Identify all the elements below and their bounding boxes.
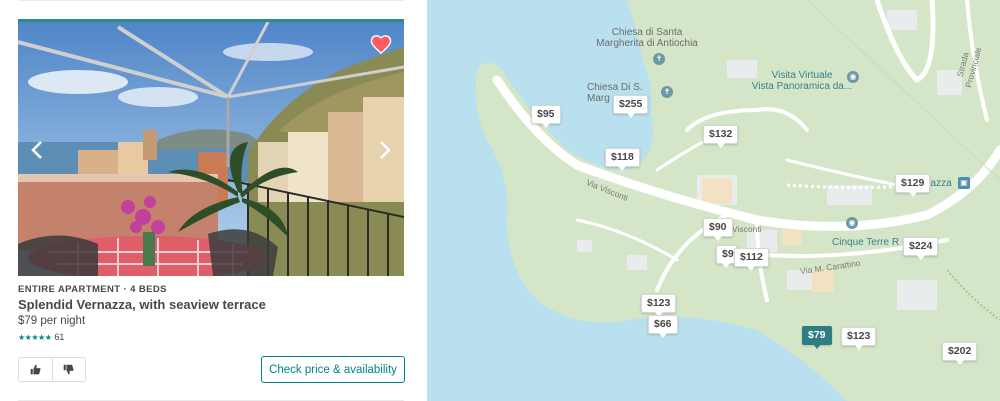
price-pin[interactable]: $202 xyxy=(942,342,978,365)
listing-price: $79 per night xyxy=(18,315,86,327)
map-base xyxy=(475,0,1000,401)
price-pin[interactable]: $132 xyxy=(703,125,739,148)
price-pin[interactable]: $95 xyxy=(531,105,561,128)
church-icon[interactable]: ✝ xyxy=(653,53,665,65)
heart-icon[interactable] xyxy=(370,34,392,54)
map-label-visita: Visita Virtuale Vista Panoramica da... xyxy=(751,70,853,92)
price-pin[interactable]: $129 xyxy=(895,174,931,197)
listing-title[interactable]: Splendid Vernazza, with seaview terrace xyxy=(18,297,266,312)
listing-rating: ★★★★★ 61 xyxy=(18,331,64,343)
check-price-button[interactable]: Check price & availability xyxy=(261,356,405,383)
divider xyxy=(18,0,404,1)
train-station-icon[interactable]: ▣ xyxy=(958,177,970,189)
map-label-chiesa-santa: Chiesa di Santa Margherita di Antiochia xyxy=(596,27,698,49)
price-pin[interactable]: $123 xyxy=(841,327,877,350)
chevron-left-icon[interactable] xyxy=(26,138,50,162)
star-rating: ★★★★★ xyxy=(18,332,52,342)
review-count: 61 xyxy=(54,332,65,342)
map[interactable]: Chiesa di Santa Margherita di Antiochia … xyxy=(427,0,1000,401)
thumbs-up-icon xyxy=(30,364,41,375)
thumbs-down-button[interactable] xyxy=(51,358,86,381)
price-pin[interactable]: $118 xyxy=(605,148,640,171)
price-pin[interactable]: $224 xyxy=(903,237,939,260)
listing-photo[interactable] xyxy=(18,19,404,276)
map-label-visconti: Visconti xyxy=(732,224,762,234)
price-pin[interactable]: $90 xyxy=(703,218,733,241)
price-pin[interactable]: $112 xyxy=(734,248,769,271)
price-pin[interactable]: $66 xyxy=(648,315,678,338)
price-pin[interactable]: $255 xyxy=(613,95,649,118)
thumbs-up-button[interactable] xyxy=(19,358,52,381)
chevron-right-icon[interactable] xyxy=(372,138,396,162)
listing-panel: ENTIRE APARTMENT · 4 BEDS Splendid Verna… xyxy=(0,0,427,401)
feedback-buttons xyxy=(18,357,86,382)
thumbs-down-icon xyxy=(63,364,74,375)
photo-image xyxy=(18,22,404,276)
price-pin[interactable]: $123 xyxy=(641,294,677,317)
camera-icon[interactable]: ◉ xyxy=(846,217,858,229)
church-icon[interactable]: ✝ xyxy=(661,86,673,98)
price-pin-active[interactable]: $79 xyxy=(802,326,832,349)
listing-type: ENTIRE APARTMENT · 4 BEDS xyxy=(18,284,167,295)
